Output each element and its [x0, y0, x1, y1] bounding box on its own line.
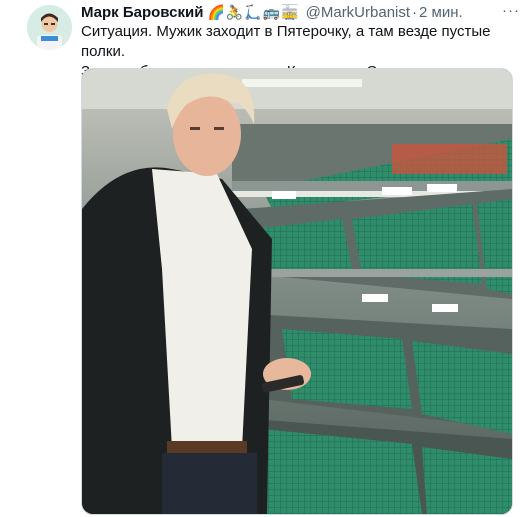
separator-dot: ·	[412, 3, 418, 21]
avatar[interactable]	[27, 5, 72, 50]
tweet-header: Марк Баровский 🌈🚴🛴🚌🚋 @MarkUrbanist · 2 м…	[81, 2, 518, 22]
timestamp[interactable]: 2 мин.	[419, 4, 463, 21]
tweet-photo[interactable]	[81, 68, 513, 515]
author-handle[interactable]: @MarkUrbanist	[306, 4, 410, 21]
avatar-illustration	[27, 5, 72, 50]
author-name[interactable]: Марк Баровский	[81, 4, 203, 21]
more-options-icon[interactable]: ···	[502, 2, 520, 19]
author-emojis: 🌈🚴🛴🚌🚋	[207, 3, 300, 20]
supermarket-photo	[82, 69, 512, 514]
tweet-text-line-1: Ситуация. Мужик заходит в Пятерочку, а т…	[81, 23, 491, 60]
